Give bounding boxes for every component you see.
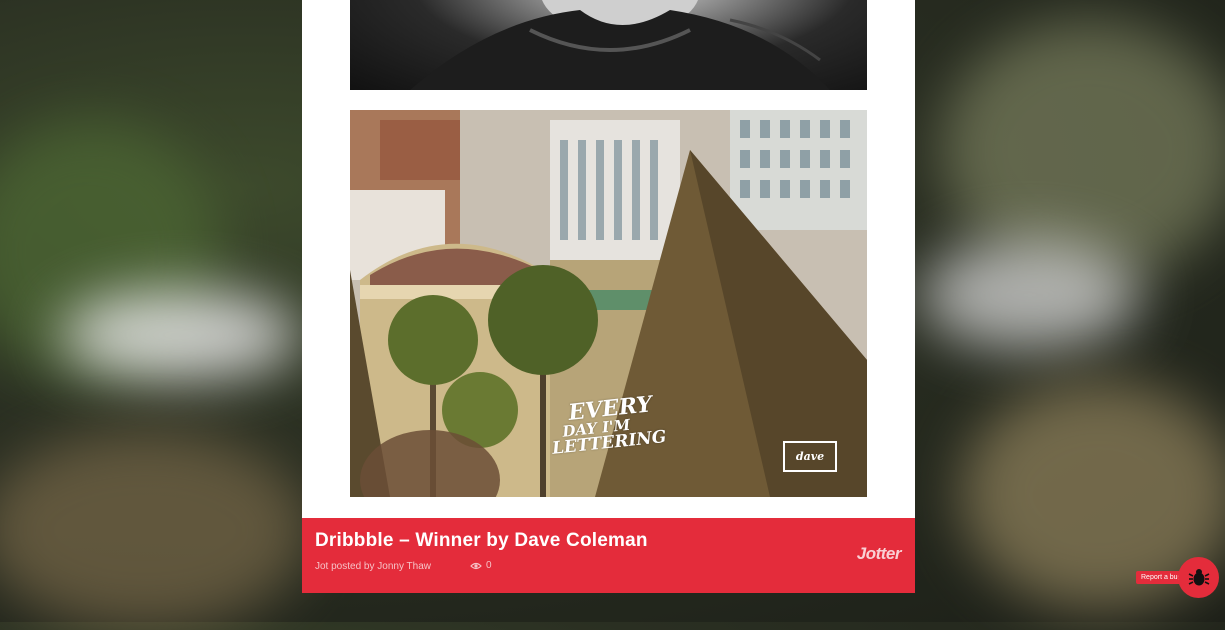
portrait-photo bbox=[410, 0, 830, 90]
jotter-logo[interactable]: Jotter bbox=[857, 544, 902, 564]
bug-icon bbox=[1188, 568, 1209, 585]
posted-by[interactable]: Jot posted by Jonny Thaw bbox=[315, 561, 431, 572]
post-title[interactable]: Dribbble – Winner by Dave Coleman bbox=[315, 530, 648, 552]
signature-text: dave bbox=[795, 450, 825, 463]
view-count: 0 bbox=[470, 560, 492, 571]
report-bug-button[interactable] bbox=[1178, 557, 1219, 598]
view-count-value: 0 bbox=[486, 560, 492, 571]
report-bug-widget: Report a bug bbox=[1136, 557, 1220, 599]
background-blob bbox=[0, 430, 310, 630]
eye-icon bbox=[470, 562, 482, 569]
post-card: EVERY DAY I'M LETTERING dave bbox=[302, 0, 915, 518]
portrait-image bbox=[350, 0, 867, 90]
background-blob bbox=[920, 240, 1140, 350]
background-blob bbox=[940, 20, 1225, 280]
signature-badge: dave bbox=[783, 441, 837, 472]
lettering-artwork-image: EVERY DAY I'M LETTERING dave bbox=[350, 110, 867, 497]
background-blob bbox=[60, 290, 300, 380]
post-footer: Dribbble – Winner by Dave Coleman Jot po… bbox=[302, 518, 915, 593]
lettering-text: EVERY DAY I'M LETTERING bbox=[547, 391, 667, 459]
